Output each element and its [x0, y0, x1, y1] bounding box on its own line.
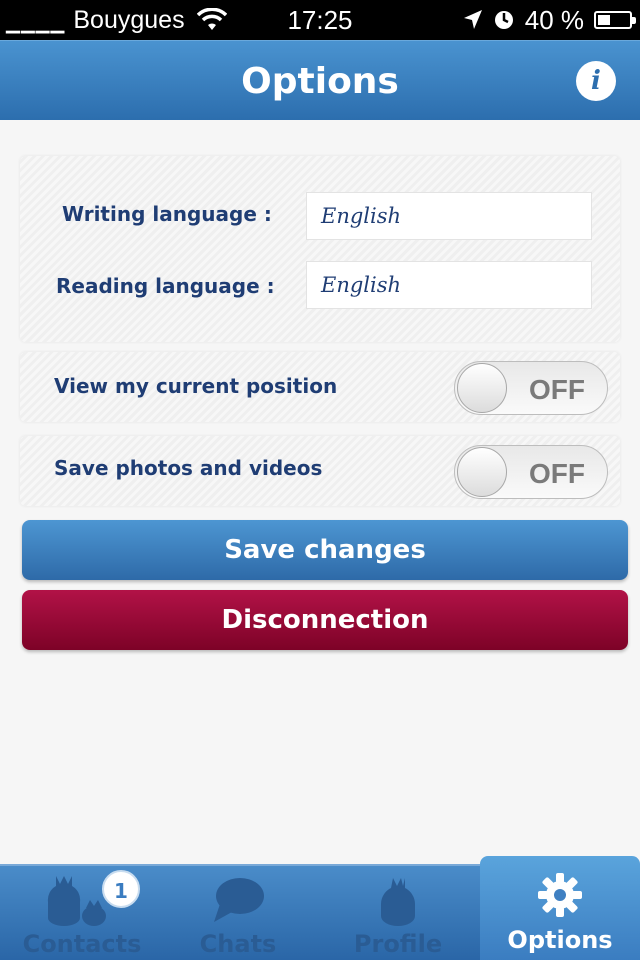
- writing-language-field[interactable]: English: [306, 192, 592, 240]
- toggle-state: OFF: [529, 374, 585, 405]
- view-position-toggle[interactable]: OFF: [454, 361, 608, 415]
- reading-language-label: Reading language :: [56, 274, 275, 298]
- status-bar: ▁▁▁▁ Bouygues 17:25 40 %: [0, 0, 640, 40]
- tab-options[interactable]: Options: [480, 856, 640, 960]
- navigation-bar: Options i: [0, 40, 640, 120]
- reading-language-field[interactable]: English: [306, 261, 592, 309]
- writing-language-label: Writing language :: [62, 202, 272, 226]
- status-right: 40 %: [463, 0, 636, 40]
- toggle-knob: [457, 447, 507, 497]
- toggle-state: OFF: [529, 458, 585, 489]
- save-photos-toggle[interactable]: OFF: [454, 445, 608, 499]
- tab-bar: 1 Contacts Chats Profile Options: [0, 856, 640, 960]
- view-position-label: View my current position: [54, 374, 338, 398]
- clock-icon: [494, 11, 513, 29]
- save-photos-row: Save photos and videos OFF: [20, 436, 620, 506]
- tab-contacts[interactable]: 1 Contacts: [2, 866, 162, 960]
- tab-profile[interactable]: Profile: [318, 866, 478, 960]
- tab-label: Contacts: [22, 930, 142, 958]
- location-arrow-icon: [463, 10, 482, 29]
- speech-bubble-icon: [158, 874, 318, 928]
- view-position-row: View my current position OFF: [20, 352, 620, 422]
- contacts-badge: 1: [102, 870, 140, 908]
- battery-fill: [598, 15, 610, 25]
- battery-icon: [594, 11, 636, 29]
- disconnection-button[interactable]: Disconnection: [22, 590, 628, 650]
- language-panel: Writing language : English Reading langu…: [20, 156, 620, 342]
- tab-label: Chats: [199, 930, 277, 958]
- save-changes-button[interactable]: Save changes: [22, 520, 628, 580]
- toggle-knob: [457, 363, 507, 413]
- battery-percent: 40 %: [524, 4, 584, 35]
- tab-label: Profile: [353, 930, 443, 958]
- tab-label: Options: [507, 926, 613, 954]
- page-title: Options: [241, 61, 399, 102]
- tab-chats[interactable]: Chats: [158, 866, 318, 960]
- gear-icon: [480, 872, 640, 926]
- save-photos-label: Save photos and videos: [54, 456, 323, 480]
- bird-icon: [318, 874, 478, 928]
- info-button[interactable]: i: [576, 61, 616, 101]
